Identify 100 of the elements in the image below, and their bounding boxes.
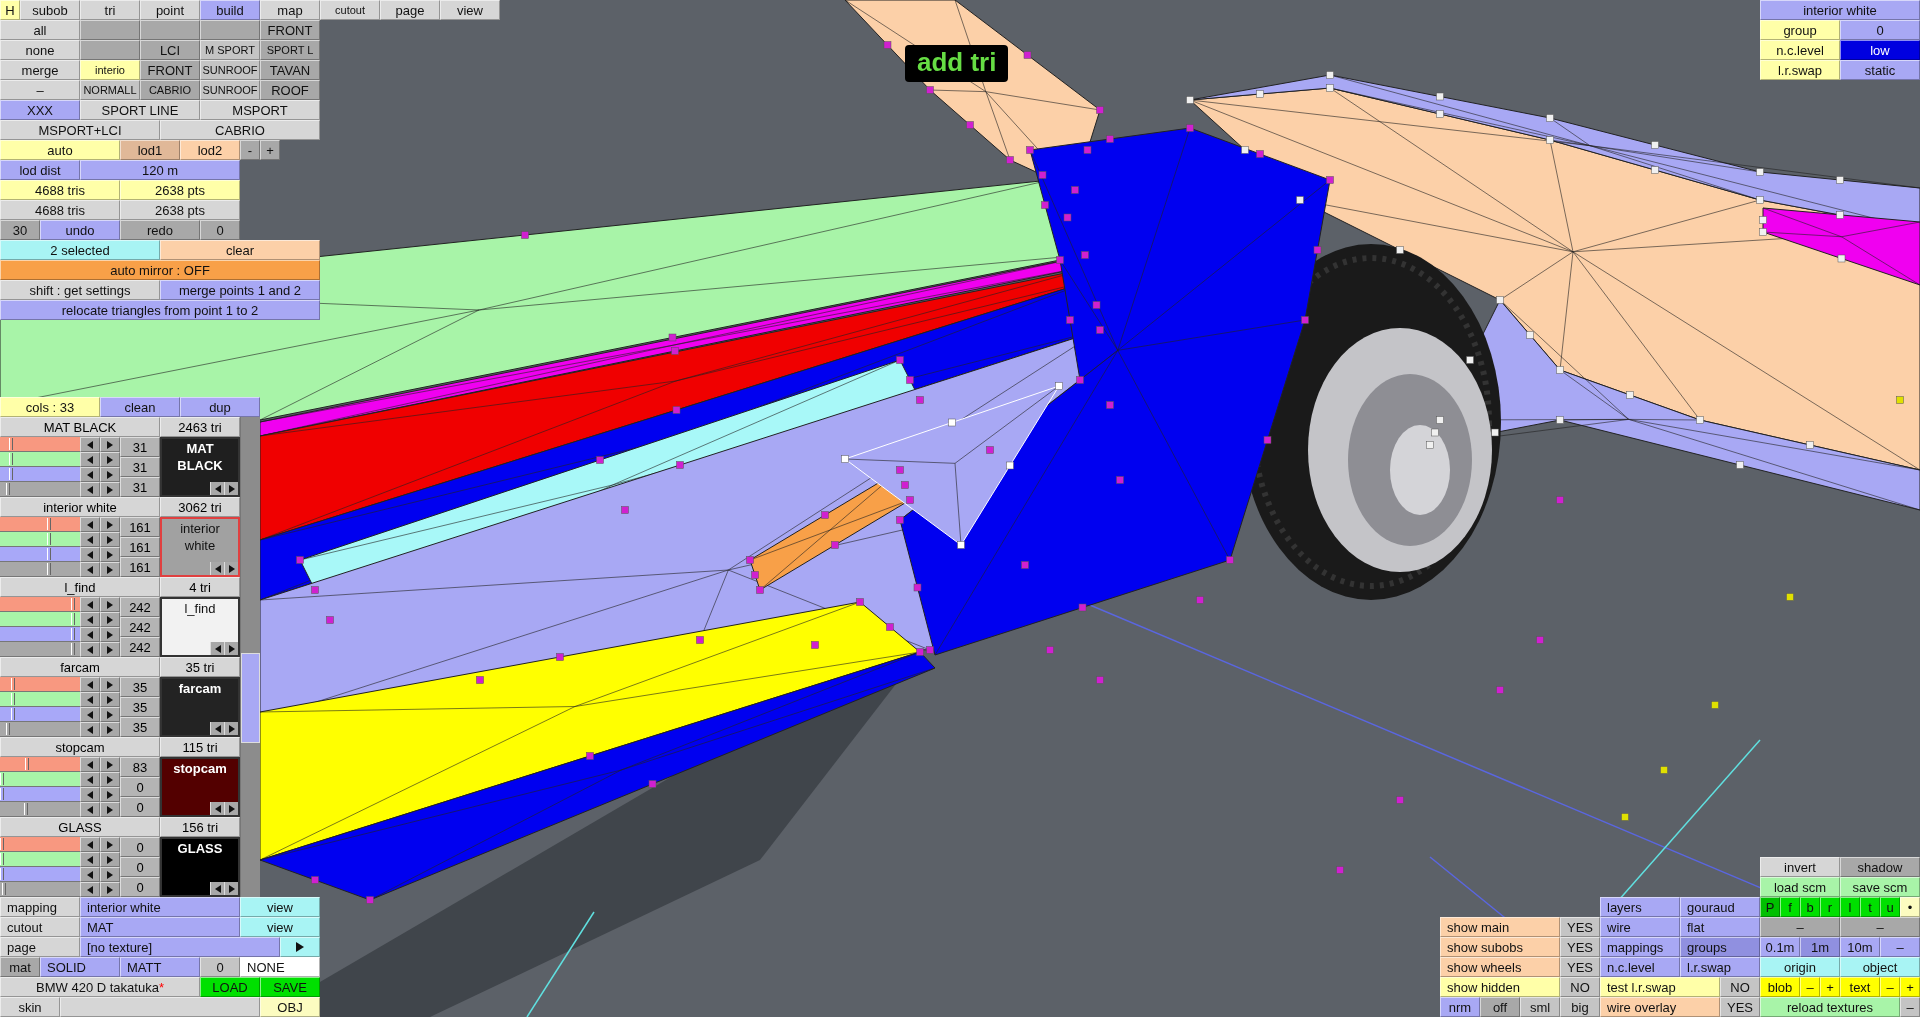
- option-button[interactable]: invert: [1760, 857, 1840, 877]
- settings-button[interactable]: mapping: [0, 897, 80, 917]
- option-button[interactable]: YES: [1720, 997, 1760, 1017]
- info-button[interactable]: l.r.swap: [1760, 60, 1840, 80]
- toolbar-button[interactable]: 0: [200, 220, 240, 240]
- settings-button[interactable]: view: [240, 897, 320, 917]
- option-button[interactable]: mappings: [1600, 937, 1680, 957]
- color-swatch[interactable]: l_find: [160, 597, 240, 657]
- toolbar-button[interactable]: lod2: [180, 140, 240, 160]
- option-button[interactable]: object: [1840, 957, 1920, 977]
- option-button[interactable]: –: [1900, 997, 1920, 1017]
- toolbar-button[interactable]: FRONT: [260, 20, 320, 40]
- toolbar-button[interactable]: TAVAN: [260, 60, 320, 80]
- option-button[interactable]: NO: [1720, 977, 1760, 997]
- option-button[interactable]: test l.r.swap: [1600, 977, 1720, 997]
- settings-button[interactable]: MAT: [80, 917, 240, 937]
- option-button[interactable]: gouraud: [1680, 897, 1760, 917]
- toolbar-button[interactable]: lod dist: [0, 160, 80, 180]
- toolbar-button[interactable]: -: [240, 140, 260, 160]
- toolbar-button[interactable]: lod1: [120, 140, 180, 160]
- toolbar-button[interactable]: NORMALL: [80, 80, 140, 100]
- toolbar-button[interactable]: XXX: [0, 100, 80, 120]
- info-button[interactable]: 0: [1840, 20, 1920, 40]
- material-name[interactable]: farcam: [0, 657, 160, 677]
- channel-value[interactable]: 0: [120, 797, 160, 817]
- channel-value[interactable]: 31: [120, 437, 160, 457]
- mode-tab[interactable]: cutout: [320, 0, 380, 20]
- option-button[interactable]: big: [1560, 997, 1600, 1017]
- channel-value[interactable]: 0: [120, 877, 160, 897]
- option-button[interactable]: NO: [1560, 977, 1600, 997]
- option-button[interactable]: –: [1840, 917, 1920, 937]
- toolbar-button[interactable]: shift : get settings: [0, 280, 160, 300]
- settings-button[interactable]: SOLID: [40, 957, 120, 977]
- settings-button[interactable]: OBJ: [260, 997, 320, 1017]
- mode-tab[interactable]: subob: [20, 0, 80, 20]
- channel-value[interactable]: 242: [120, 617, 160, 637]
- option-button[interactable]: wire: [1600, 917, 1680, 937]
- settings-button[interactable]: LOAD: [200, 977, 260, 997]
- toolbar-button[interactable]: SPORT LINE: [80, 100, 200, 120]
- option-button[interactable]: save scm: [1840, 877, 1920, 897]
- option-button[interactable]: blob: [1760, 977, 1800, 997]
- option-button[interactable]: l: [1840, 897, 1860, 917]
- toolbar-button[interactable]: –: [0, 80, 80, 100]
- option-button[interactable]: –: [1880, 977, 1900, 997]
- mode-tab[interactable]: build: [200, 0, 260, 20]
- toolbar-button[interactable]: merge points 1 and 2: [160, 280, 320, 300]
- toolbar-button[interactable]: 30: [0, 220, 40, 240]
- settings-button[interactable]: SAVE: [260, 977, 320, 997]
- option-button[interactable]: text: [1840, 977, 1880, 997]
- settings-button[interactable]: skin: [0, 997, 60, 1017]
- toolbar-button[interactable]: 2 selected: [0, 240, 160, 260]
- option-button[interactable]: YES: [1560, 917, 1600, 937]
- toolbar-button[interactable]: MSPORT: [200, 100, 320, 120]
- mode-tab[interactable]: point: [140, 0, 200, 20]
- toolbar-button[interactable]: undo: [40, 220, 120, 240]
- channel-value[interactable]: 31: [120, 477, 160, 497]
- toolbar-button[interactable]: clear: [160, 240, 320, 260]
- option-button[interactable]: n.c.level: [1600, 957, 1680, 977]
- option-button[interactable]: origin: [1760, 957, 1840, 977]
- panel-button[interactable]: dup: [180, 397, 260, 417]
- channel-value[interactable]: 35: [120, 717, 160, 737]
- material-name[interactable]: interior white: [0, 497, 160, 517]
- info-button[interactable]: group: [1760, 20, 1840, 40]
- channel-value[interactable]: 31: [120, 457, 160, 477]
- toolbar-button[interactable]: auto mirror : OFF: [0, 260, 320, 280]
- channel-value[interactable]: 161: [120, 557, 160, 577]
- option-button[interactable]: YES: [1560, 957, 1600, 977]
- toolbar-button[interactable]: FRONT: [140, 60, 200, 80]
- option-button[interactable]: l.r.swap: [1680, 957, 1760, 977]
- channel-value[interactable]: 161: [120, 517, 160, 537]
- color-swatch[interactable]: stopcam: [160, 757, 240, 817]
- toolbar-button[interactable]: LCI: [140, 40, 200, 60]
- toolbar-button[interactable]: relocate triangles from point 1 to 2: [0, 300, 320, 320]
- channel-value[interactable]: 242: [120, 637, 160, 657]
- option-button[interactable]: f: [1780, 897, 1800, 917]
- toolbar-button[interactable]: SUNROOF: [200, 60, 260, 80]
- color-swatch[interactable]: GLASS: [160, 837, 240, 897]
- settings-button[interactable]: MATT: [120, 957, 200, 977]
- material-name[interactable]: stopcam: [0, 737, 160, 757]
- info-button[interactable]: low: [1840, 40, 1920, 60]
- mode-tab[interactable]: tri: [80, 0, 140, 20]
- option-button[interactable]: t: [1860, 897, 1880, 917]
- channel-value[interactable]: 83: [120, 757, 160, 777]
- option-button[interactable]: reload textures: [1760, 997, 1900, 1017]
- option-button[interactable]: +: [1900, 977, 1920, 997]
- settings-button[interactable]: BMW 420 D takatuka*: [0, 977, 200, 997]
- toolbar-button[interactable]: redo: [120, 220, 200, 240]
- info-button[interactable]: interior white: [1760, 0, 1920, 20]
- settings-button[interactable]: view: [240, 917, 320, 937]
- toolbar-button[interactable]: +: [260, 140, 280, 160]
- mode-tab[interactable]: map: [260, 0, 320, 20]
- channel-value[interactable]: 0: [120, 857, 160, 877]
- option-button[interactable]: u: [1880, 897, 1900, 917]
- option-button[interactable]: •: [1900, 897, 1920, 917]
- option-button[interactable]: groups: [1680, 937, 1760, 957]
- option-button[interactable]: show wheels: [1440, 957, 1560, 977]
- toolbar-button[interactable]: CABRIO: [160, 120, 320, 140]
- option-button[interactable]: sml: [1520, 997, 1560, 1017]
- mode-tab[interactable]: page: [380, 0, 440, 20]
- info-button[interactable]: static: [1840, 60, 1920, 80]
